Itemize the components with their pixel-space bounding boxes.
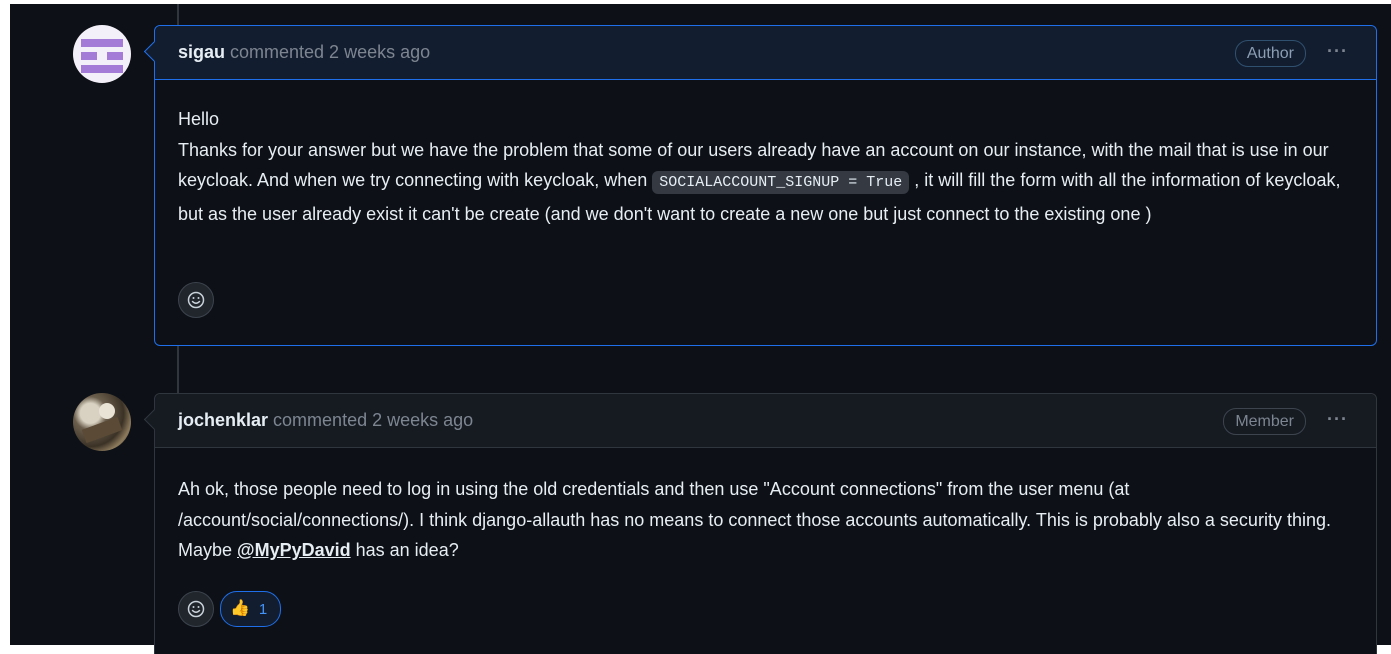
avatar-sigau[interactable] [73, 25, 131, 83]
thumbs-up-icon: 👍 [230, 600, 250, 617]
issue-timeline: sigau commented 2 weeks ago Author ··· H… [10, 4, 1391, 654]
comment-timestamp[interactable]: commented 2 weeks ago [273, 410, 473, 431]
smiley-icon [187, 291, 205, 309]
thumbs-up-reaction-button[interactable]: 👍 1 [220, 591, 282, 627]
comment-sigau: sigau commented 2 weeks ago Author ··· H… [143, 25, 1377, 346]
comment-author[interactable]: jochenklar [178, 410, 268, 431]
comment-jochenklar: jochenklar commented 2 weeks ago Member … [143, 393, 1377, 654]
comment-author[interactable]: sigau [178, 42, 225, 63]
reactions-bar [178, 282, 214, 318]
inline-code: SOCIALACCOUNT_SIGNUP = True [652, 171, 910, 194]
comment-header: jochenklar commented 2 weeks ago Member … [155, 394, 1376, 448]
comment-body: Hello Thanks for your answer but we have… [155, 80, 1376, 229]
comment-text-paragraph: Ah ok, those people need to log in using… [178, 479, 1331, 560]
comment-text-paragraph: Thanks for your answer but we have the p… [178, 139, 1341, 224]
comment-text-greeting: Hello [178, 109, 220, 129]
comment-body: Ah ok, those people need to log in using… [155, 448, 1376, 566]
comment-header: sigau commented 2 weeks ago Author ··· [155, 26, 1376, 80]
kebab-horizontal-icon[interactable]: ··· [1327, 408, 1348, 430]
reactions-bar: 👍 1 [178, 591, 282, 627]
member-badge: Member [1223, 408, 1306, 435]
add-reaction-button[interactable] [178, 282, 214, 318]
avatar-jochenklar[interactable] [73, 393, 131, 451]
kebab-horizontal-icon[interactable]: ··· [1327, 40, 1348, 62]
author-badge: Author [1234, 40, 1306, 67]
user-mention-link[interactable]: @MyPyDavid [237, 540, 351, 560]
comment-timestamp[interactable]: commented 2 weeks ago [230, 42, 430, 63]
smiley-icon [187, 600, 205, 618]
reaction-count: 1 [258, 600, 268, 618]
add-reaction-button[interactable] [178, 591, 214, 627]
